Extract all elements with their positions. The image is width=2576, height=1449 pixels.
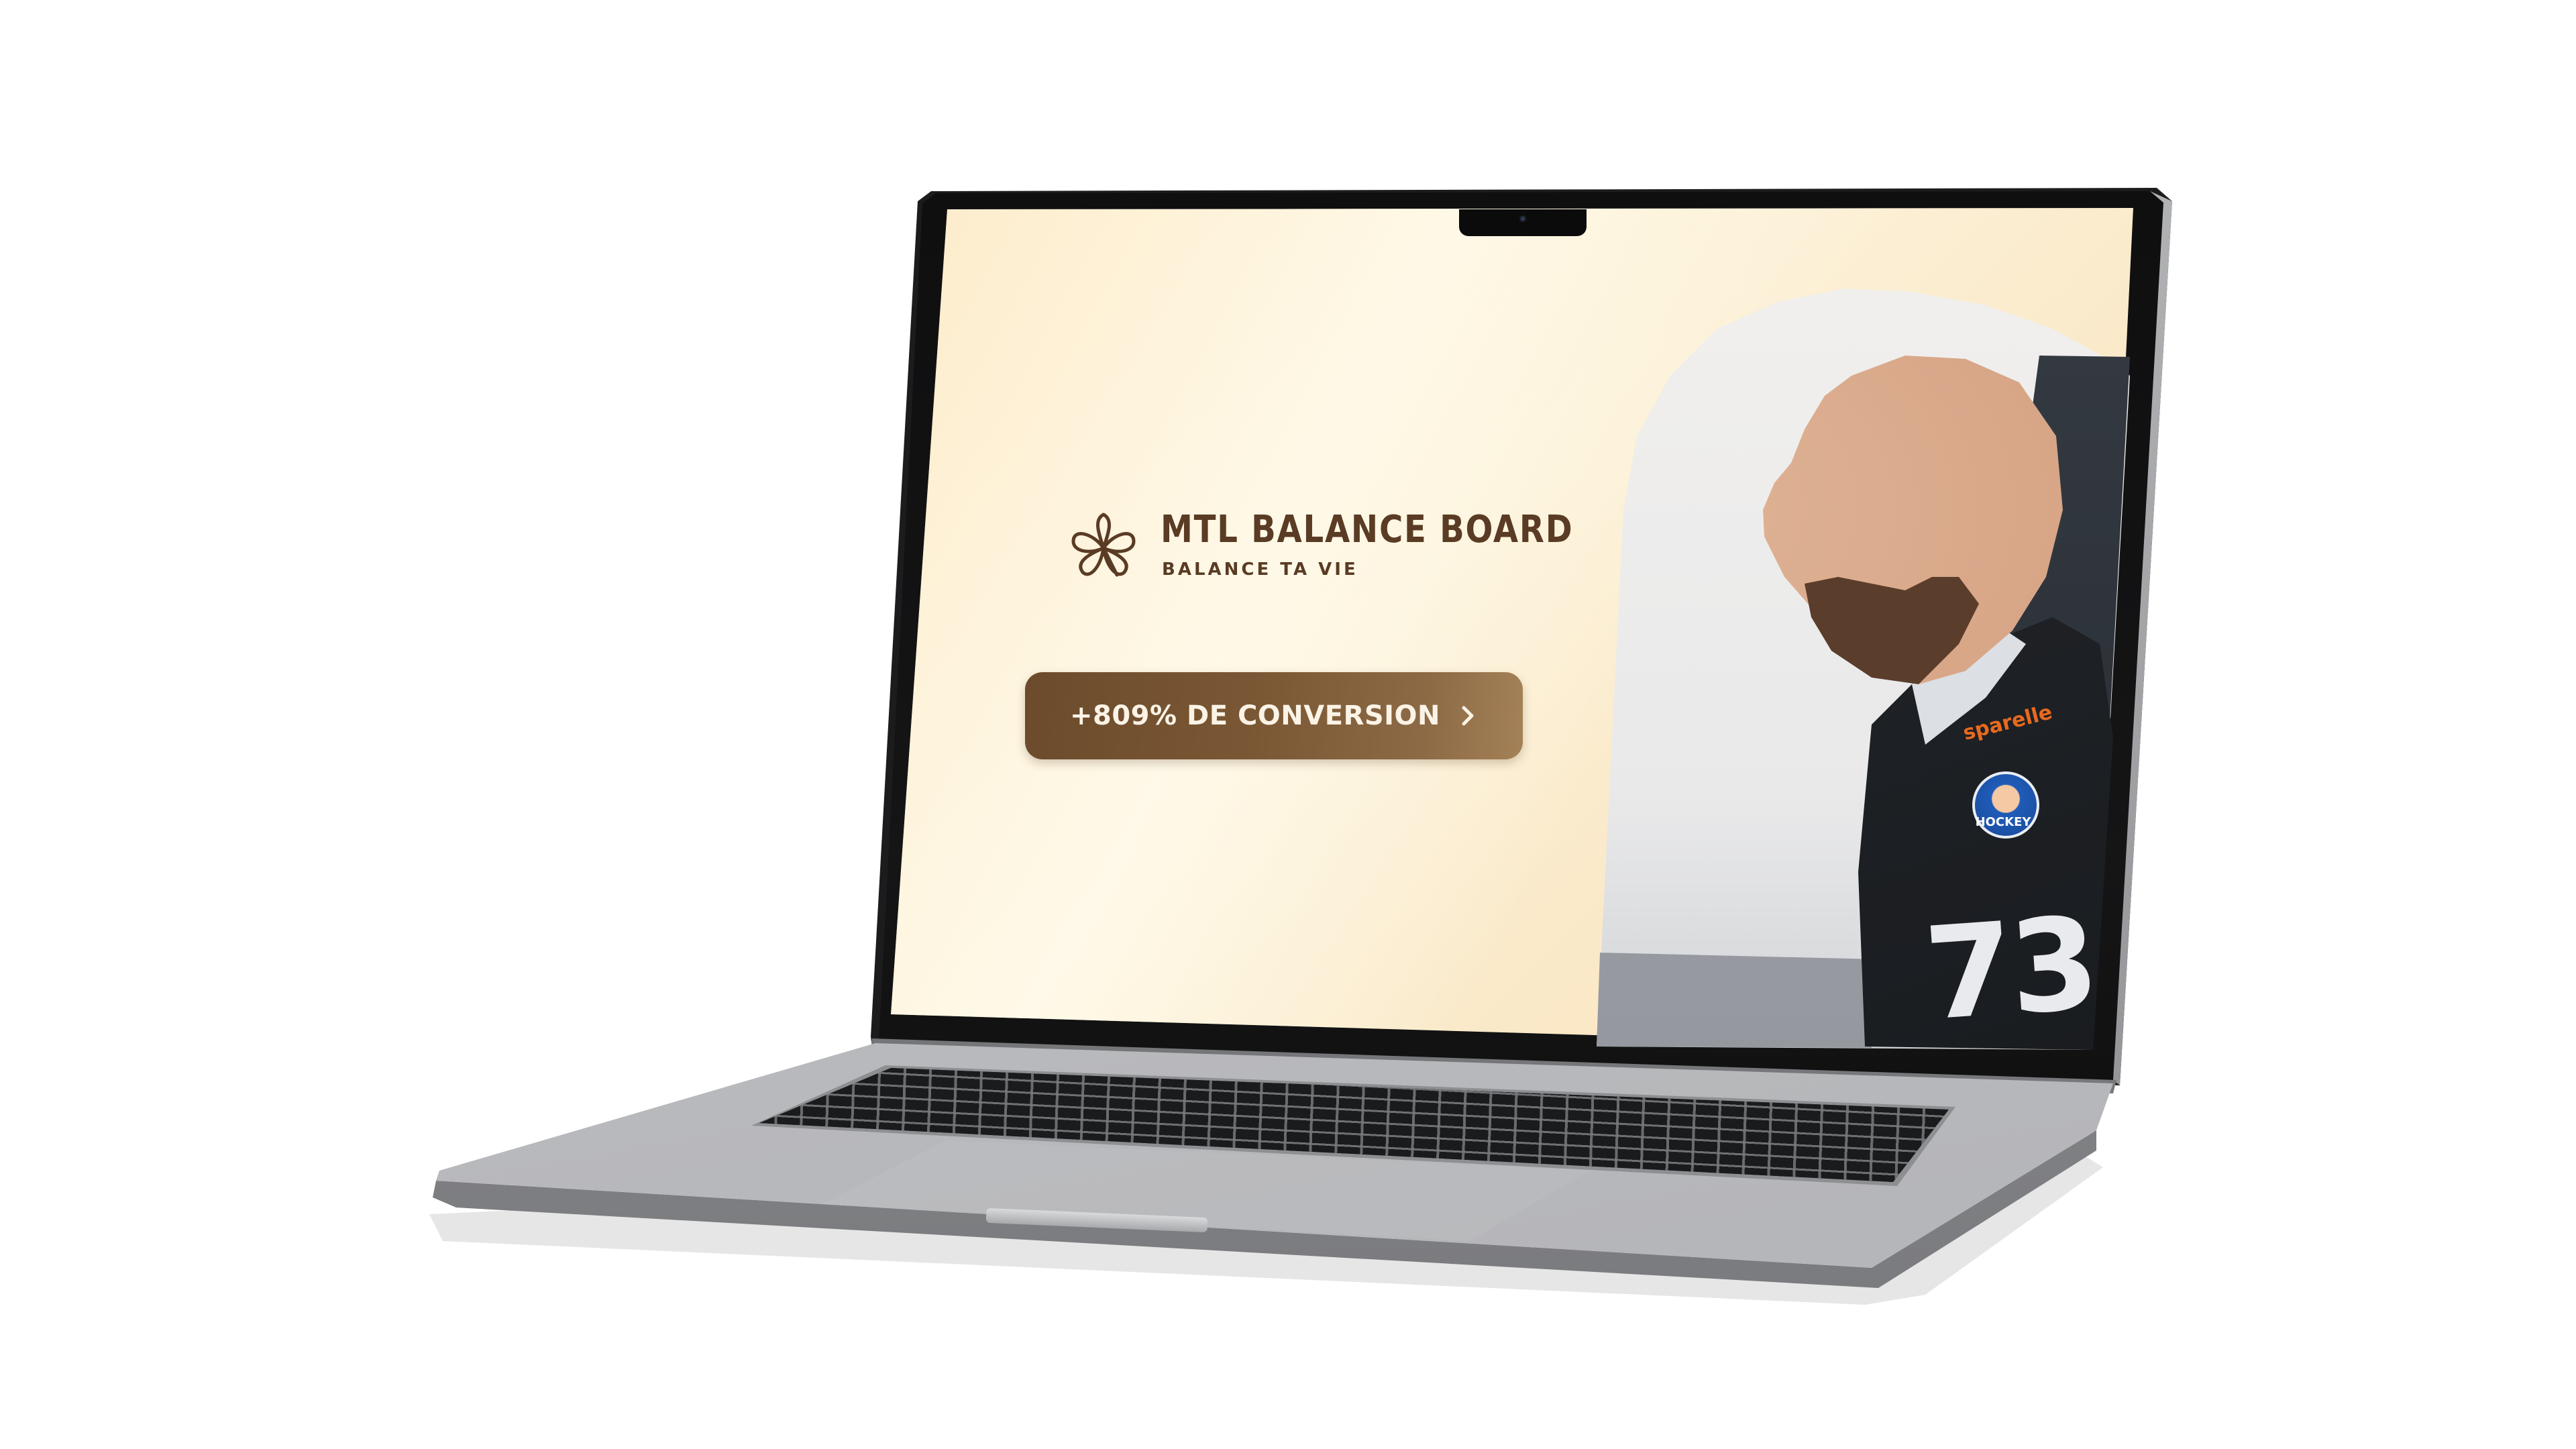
cta-label: +809% DE CONVERSION	[1069, 700, 1441, 731]
laptop-mockup-stage: sparelle HOCKEY 73 MTL BALANCE BOARD BAL…	[0, 0, 2576, 1449]
camera-notch	[1459, 209, 1587, 236]
brand-tagline: BALANCE TA VIE	[1162, 559, 1358, 580]
chevron-right-icon	[1458, 702, 1478, 729]
jersey-logo-text: HOCKEY	[1975, 815, 2031, 829]
brand-title: MTL BALANCE BOARD	[1161, 508, 1574, 551]
camera-icon	[1519, 215, 1527, 223]
conversion-cta-button[interactable]: +809% DE CONVERSION	[1025, 672, 1523, 759]
jersey-number: 73	[1920, 889, 2100, 1049]
